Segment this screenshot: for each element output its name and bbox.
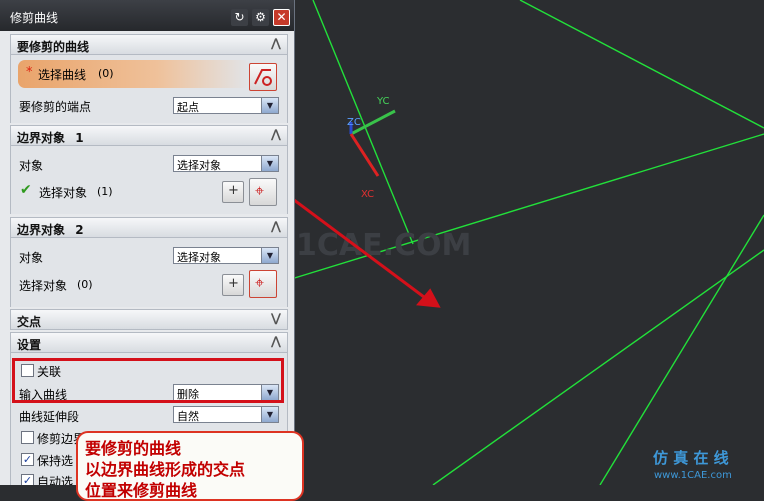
- section-header-settings[interactable]: 设置 ⋀: [10, 332, 288, 353]
- curve-line-3[interactable]: [519, 0, 764, 129]
- auto-select-checkbox[interactable]: ✓: [21, 474, 34, 485]
- reset-icon[interactable]: ↻: [231, 9, 248, 26]
- select-curve-label: 选择曲线: [38, 68, 87, 82]
- endpoint-label: 要修剪的端点: [19, 100, 92, 114]
- auto-select-label: 自动选: [37, 475, 74, 485]
- add-icon: +: [228, 276, 239, 291]
- axis-label-yc: YC: [376, 96, 390, 107]
- chevron-down-icon[interactable]: ▼: [261, 156, 278, 171]
- explanation-callout: 要修剪的曲线 以边界曲线形成的交点 位置来修剪曲线: [76, 431, 304, 501]
- select-object-label: 选择对象: [19, 279, 68, 293]
- endpoint-value: 起点: [177, 101, 199, 114]
- chevron-up-icon[interactable]: ⋀: [271, 219, 281, 233]
- section-title: 设置: [17, 338, 42, 352]
- triad: ZC YC XC: [347, 96, 396, 200]
- add-icon: +: [228, 183, 239, 198]
- object-type-select[interactable]: 选择对象 ▼: [173, 247, 279, 264]
- callout-line-2: 以边界曲线形成的交点: [85, 460, 246, 479]
- section-body-boundary-1: 对象 选择对象 ▼ ✔ 选择对象 (1) + ⌖: [10, 146, 288, 214]
- section-title: 边界对象 2: [17, 223, 84, 237]
- select-curve-count: (0): [98, 67, 114, 80]
- section-title: 要修剪的曲线: [17, 40, 90, 54]
- curve-select-icon: [254, 69, 272, 86]
- add-object-button[interactable]: +: [222, 181, 244, 203]
- close-icon[interactable]: ✕: [273, 9, 290, 26]
- section-header-curve-to-trim[interactable]: 要修剪的曲线 ⋀: [10, 34, 288, 55]
- highlight-box: [12, 358, 284, 403]
- crosshair-icon: ⌖: [255, 273, 265, 292]
- keep-selected-checkbox[interactable]: ✓: [21, 453, 34, 466]
- curve-extension-label: 曲线延伸段: [19, 410, 80, 424]
- chevron-up-icon[interactable]: ⋀: [271, 36, 281, 50]
- axis-label-zc: ZC: [347, 117, 361, 128]
- curve-line-4[interactable]: [599, 214, 764, 486]
- point-select-button[interactable]: ⌖: [249, 178, 277, 206]
- trim-curve-dialog: 修剪曲线 ↻ ⚙ ✕ 要修剪的曲线 ⋀ * 选择曲线 (0) 要修剪的端点 起点…: [0, 0, 295, 485]
- section-title: 边界对象 1: [17, 131, 84, 145]
- chevron-down-icon[interactable]: ▼: [261, 407, 278, 422]
- object-type-value: 选择对象: [177, 159, 221, 172]
- callout-line-1: 要修剪的曲线: [85, 439, 182, 458]
- object-label: 对象: [19, 251, 44, 265]
- object-type-select[interactable]: 选择对象 ▼: [173, 155, 279, 172]
- select-object-label: 选择对象: [39, 186, 88, 200]
- logo-line1: 仿 真 在 线: [653, 449, 729, 467]
- endpoint-select[interactable]: 起点 ▼: [173, 97, 279, 114]
- chevron-up-icon[interactable]: ⋀: [271, 334, 281, 348]
- trim-boundary-checkbox[interactable]: [21, 431, 34, 444]
- callout-line-3: 位置来修剪曲线: [85, 481, 198, 500]
- section-header-boundary-1[interactable]: 边界对象 1 ⋀: [10, 125, 288, 146]
- chevron-up-icon[interactable]: ⋀: [271, 127, 281, 141]
- gear-icon[interactable]: ⚙: [252, 9, 269, 26]
- section-header-boundary-2[interactable]: 边界对象 2 ⋀: [10, 217, 288, 238]
- object-label: 对象: [19, 159, 44, 173]
- chevron-down-icon[interactable]: ▼: [261, 248, 278, 263]
- select-object-count: (1): [97, 185, 113, 198]
- crosshair-icon: ⌖: [255, 181, 265, 200]
- chevron-down-icon[interactable]: ▼: [261, 98, 278, 113]
- required-asterisk: *: [26, 65, 33, 80]
- section-title: 交点: [17, 315, 42, 329]
- curve-select-button[interactable]: [249, 63, 277, 91]
- dialog-titlebar[interactable]: 修剪曲线 ↻ ⚙ ✕: [0, 0, 294, 31]
- object-type-value: 选择对象: [177, 251, 221, 264]
- add-object-button[interactable]: +: [222, 274, 244, 296]
- chevron-down-icon[interactable]: ⋁: [271, 311, 281, 325]
- section-body-curve-to-trim: * 选择曲线 (0) 要修剪的端点 起点 ▼: [10, 55, 288, 123]
- axis-label-xc: XC: [361, 189, 374, 200]
- watermark: 1CAE.COM: [296, 228, 471, 263]
- logo-line2: www.1CAE.com: [654, 470, 732, 481]
- site-logo: 仿 真 在 线 www.1CAE.com: [653, 449, 732, 481]
- section-body-boundary-2: 对象 选择对象 ▼ 选择对象 (0) + ⌖: [10, 238, 288, 307]
- select-object-count: (0): [77, 278, 93, 291]
- check-icon: ✔: [20, 182, 32, 198]
- curve-extension-select[interactable]: 自然 ▼: [173, 406, 279, 423]
- select-curve-row[interactable]: * 选择曲线 (0): [18, 60, 250, 88]
- keep-selected-label: 保持选: [37, 454, 74, 468]
- curve-line-1[interactable]: [312, 0, 414, 245]
- point-select-button[interactable]: ⌖: [249, 270, 277, 298]
- dialog-title: 修剪曲线: [10, 11, 59, 25]
- curve-extension-value: 自然: [177, 410, 199, 423]
- section-header-intersection[interactable]: 交点 ⋁: [10, 309, 288, 330]
